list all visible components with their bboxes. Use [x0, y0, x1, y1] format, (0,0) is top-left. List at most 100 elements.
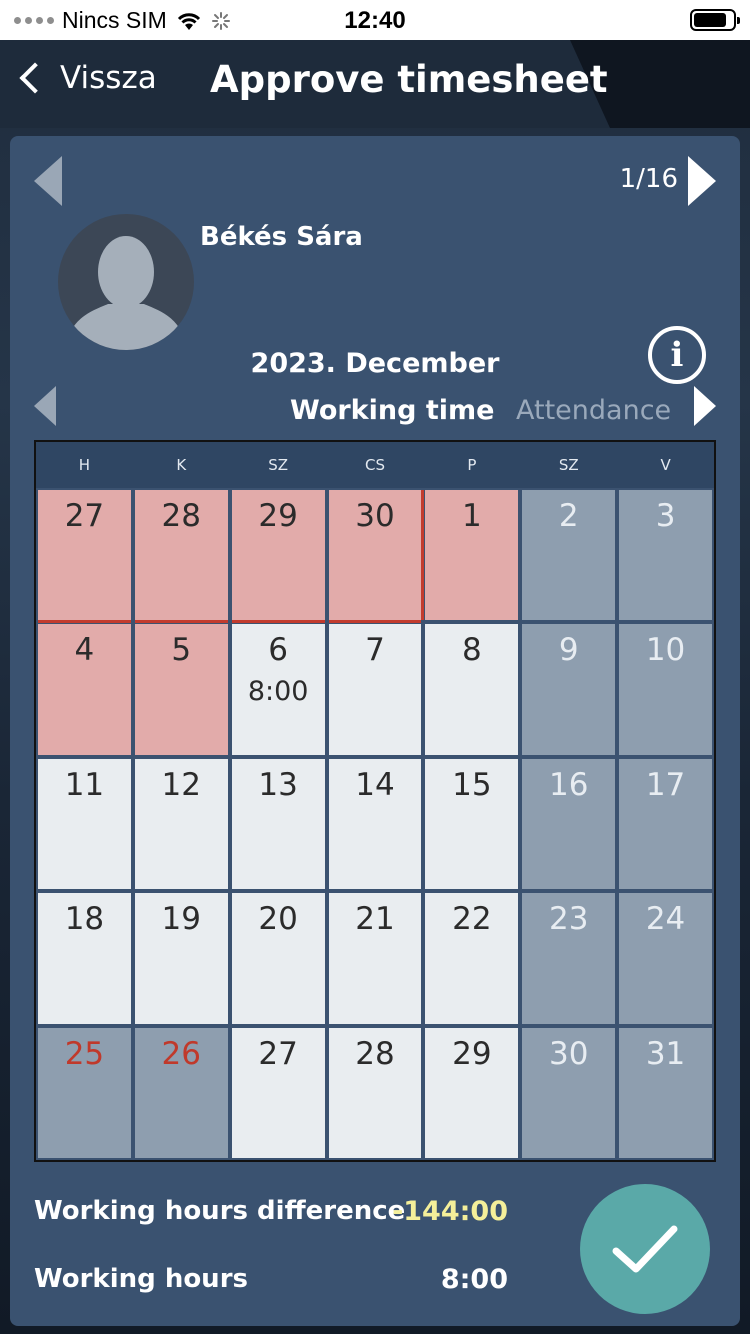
back-label: Vissza [60, 60, 157, 96]
day-number: 10 [645, 632, 686, 669]
weekday-label: SZ [558, 456, 579, 474]
calendar-day[interactable]: 22 [425, 893, 519, 1024]
calendar-day[interactable]: 16 [522, 758, 616, 890]
calendar: H K SZ CS P SZ V 27 28 29 30 1 2 3 4 5 6 8:00 7 8 9 10… [34, 440, 716, 1162]
calendar-day[interactable]: 27 [38, 490, 131, 621]
back-button[interactable]: Vissza [18, 60, 157, 96]
calendar-day[interactable]: 17 [619, 758, 712, 890]
day-number: 13 [258, 766, 298, 803]
day-number: 22 [452, 901, 492, 938]
chevron-left-icon [19, 62, 51, 94]
day-number: 4 [74, 632, 95, 669]
weekday-label: P [467, 456, 477, 474]
calendar-day[interactable]: 23 [522, 893, 616, 1024]
day-number: 24 [645, 901, 686, 938]
weekday-label: K [176, 456, 187, 474]
day-number: 27 [258, 1035, 298, 1072]
calendar-day[interactable]: 13 [231, 758, 325, 890]
previous-tab-icon[interactable] [34, 386, 56, 426]
navigation-bar: Vissza Approve timesheet [0, 40, 750, 130]
approve-button[interactable] [580, 1184, 710, 1314]
hours-value: 8:00 [440, 1264, 508, 1295]
calendar-day[interactable]: 30 [522, 1027, 616, 1158]
calendar-grid: 27 28 29 30 1 2 3 4 5 6 8:00 7 8 9 10 11 12 13 14 15 16 17 18 1… [36, 488, 714, 1160]
calendar-day[interactable]: 20 [231, 893, 325, 1024]
day-number: 27 [64, 498, 105, 534]
calendar-day[interactable]: 30 [328, 490, 422, 621]
weekday-label: SZ [268, 456, 289, 474]
day-number: 21 [355, 901, 395, 938]
next-tab-icon[interactable] [694, 386, 716, 426]
day-number: 3 [655, 498, 676, 534]
tab-attendance[interactable]: Attendance [516, 395, 671, 426]
calendar-day[interactable]: 28 [328, 1027, 422, 1158]
day-number: 18 [64, 901, 105, 938]
day-number: 19 [161, 901, 201, 938]
day-number: 8 [461, 632, 482, 669]
day-number: 14 [355, 766, 395, 803]
calendar-day[interactable]: 9 [522, 624, 616, 755]
day-number: 28 [161, 498, 201, 534]
calendar-day[interactable]: 7 [328, 624, 422, 755]
day-number: 29 [452, 1035, 492, 1072]
calendar-day[interactable]: 6 8:00 [231, 624, 325, 755]
checkmark-icon [612, 1225, 678, 1273]
page-title: Approve timesheet [210, 58, 608, 101]
day-number: 16 [548, 766, 589, 803]
calendar-day[interactable]: 25 [38, 1027, 131, 1158]
day-number: 25 [64, 1035, 105, 1072]
battery-icon [690, 9, 740, 31]
weekday-header: H K SZ CS P SZ V [36, 442, 714, 488]
calendar-day[interactable]: 10 [619, 624, 712, 755]
day-number: 23 [548, 901, 589, 938]
day-number: 11 [64, 766, 105, 803]
mode-tabs: Working time Attendance [10, 386, 740, 431]
person-silhouette-icon [66, 236, 186, 350]
day-number: 9 [558, 632, 579, 669]
calendar-day[interactable]: 12 [134, 758, 228, 890]
previous-employee-icon[interactable] [34, 156, 62, 206]
calendar-day[interactable]: 2 [522, 490, 616, 621]
day-number: 7 [365, 632, 385, 669]
weekday-label: V [660, 456, 671, 474]
calendar-day[interactable]: 29 [231, 490, 325, 621]
day-number: 28 [355, 1035, 395, 1072]
calendar-day[interactable]: 27 [231, 1027, 325, 1158]
calendar-day[interactable]: 14 [328, 758, 422, 890]
calendar-day[interactable]: 29 [425, 1027, 519, 1158]
calendar-day[interactable]: 1 [425, 490, 519, 621]
calendar-day[interactable]: 11 [38, 758, 131, 890]
calendar-day[interactable]: 24 [619, 893, 712, 1024]
calendar-day[interactable]: 8 [425, 624, 519, 755]
calendar-day[interactable]: 4 [38, 624, 131, 755]
calendar-day[interactable]: 15 [425, 758, 519, 890]
day-number: 29 [258, 498, 298, 534]
calendar-day[interactable]: 18 [38, 893, 131, 1024]
diff-value: -144:00 [392, 1196, 508, 1227]
status-bar: Nincs SIM 12:40 [0, 0, 750, 40]
next-employee-icon[interactable] [688, 156, 716, 206]
tab-working-time[interactable]: Working time [290, 395, 494, 426]
calendar-day[interactable]: 31 [619, 1027, 712, 1158]
day-number: 26 [161, 1035, 201, 1072]
day-number: 30 [355, 498, 395, 534]
day-number: 2 [558, 498, 579, 534]
day-hours: 8:00 [247, 676, 309, 708]
day-number: 30 [548, 1035, 589, 1072]
day-number: 17 [645, 766, 686, 803]
calendar-day[interactable]: 21 [328, 893, 422, 1024]
weekday-label: H [78, 456, 91, 474]
avatar [58, 214, 194, 350]
month-label: 2023. December [250, 348, 500, 379]
day-number: 1 [461, 498, 482, 534]
day-number: 15 [452, 766, 492, 803]
timesheet-card: 1/16 Békés Sára i 2023. December Working… [10, 136, 740, 1326]
employee-name: Békés Sára [200, 222, 363, 252]
hours-label: Working hours [34, 1264, 248, 1294]
calendar-day[interactable]: 28 [134, 490, 228, 621]
calendar-day[interactable]: 19 [134, 893, 228, 1024]
calendar-day[interactable]: 5 [134, 624, 228, 755]
calendar-day[interactable]: 26 [134, 1027, 228, 1158]
calendar-day[interactable]: 3 [619, 490, 712, 621]
day-number: 6 [268, 632, 288, 669]
